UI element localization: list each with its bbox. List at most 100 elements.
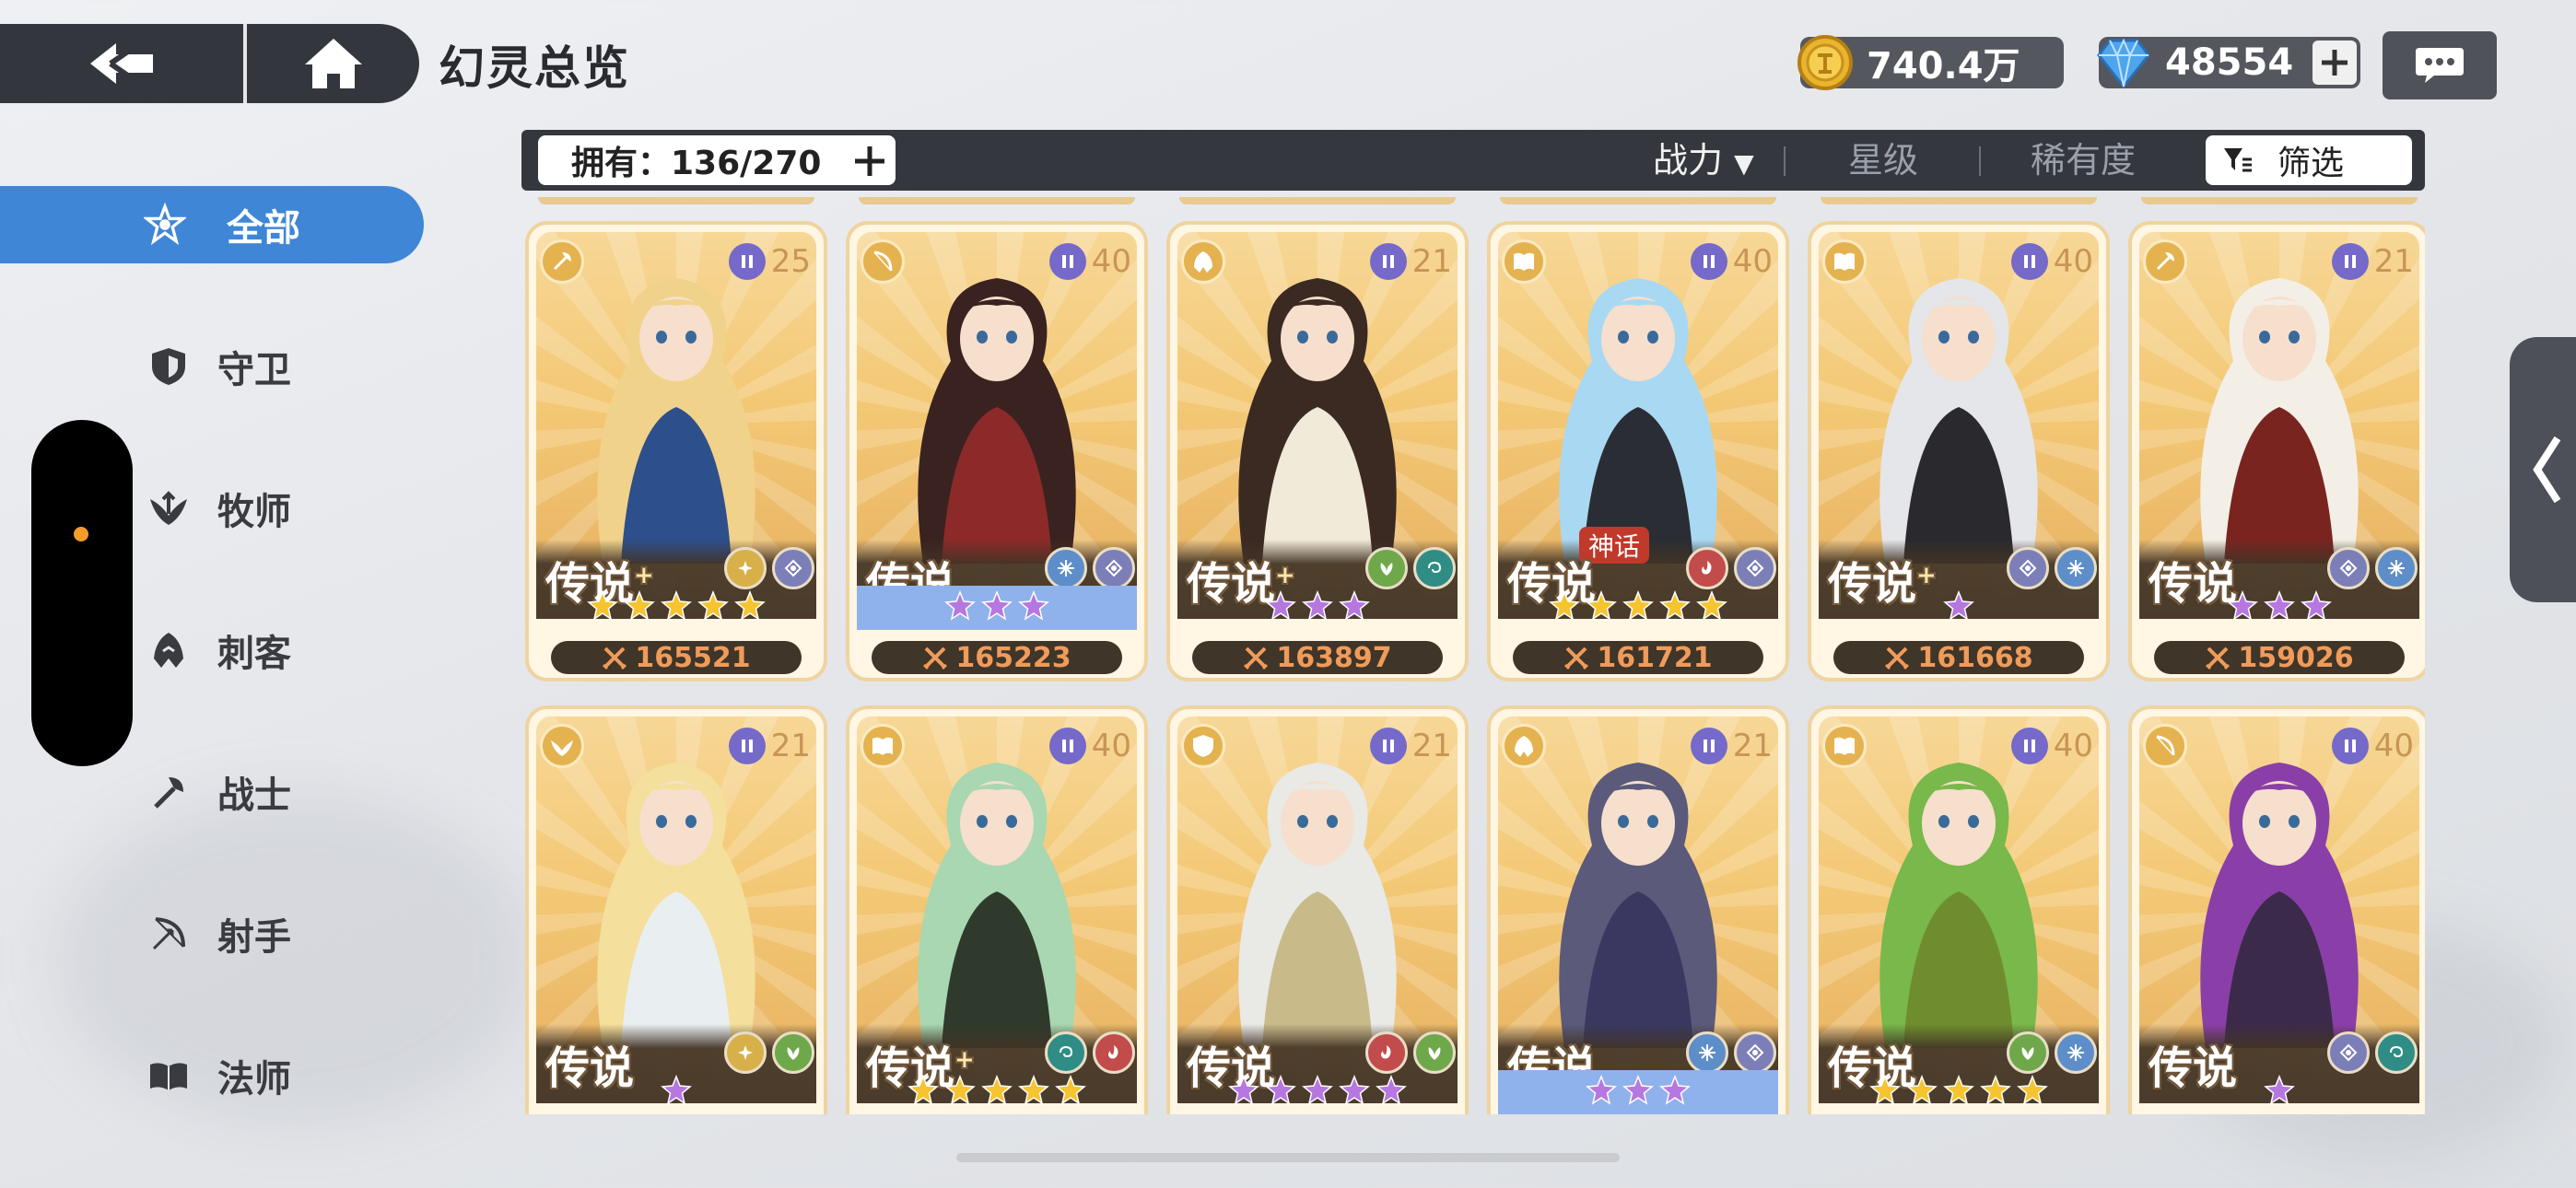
- element-icons: [2007, 547, 2097, 589]
- character-card[interactable]: 21 传说+ 163897: [1166, 221, 1469, 681]
- level-value: 40: [2053, 728, 2093, 764]
- character-card[interactable]: 21 传说: [1166, 705, 1469, 1114]
- star-icon: [2264, 589, 2295, 625]
- character-figure: [1879, 278, 2038, 564]
- level-value: 21: [1411, 728, 1452, 764]
- divider: [1979, 146, 1981, 176]
- star-icon: [1906, 1074, 1938, 1110]
- previous-row-card-edge: [1179, 197, 1456, 204]
- star-icon: [1018, 589, 1049, 625]
- sort-by-rarity[interactable]: 稀有度: [2031, 137, 2136, 183]
- character-card[interactable]: 40 传说+ 161668: [1808, 221, 2110, 681]
- star-icon: [1376, 1074, 1407, 1110]
- expand-capacity-icon[interactable]: [851, 143, 888, 180]
- star-rating: [1177, 586, 1458, 630]
- home-button[interactable]: [247, 24, 419, 103]
- star-rating: [536, 586, 816, 630]
- gold-amount: 740.4万: [1867, 45, 2020, 87]
- star-icon: [1586, 1074, 1617, 1110]
- character-card[interactable]: 40 传说 165223: [846, 221, 1148, 681]
- character-card[interactable]: 40 传说: [2128, 705, 2425, 1114]
- owned-count-box[interactable]: 拥有：136/270: [538, 135, 896, 185]
- level-value: 40: [1732, 243, 1773, 280]
- element-icons: [724, 547, 814, 589]
- star-icon: [1228, 1074, 1259, 1110]
- back-button[interactable]: [0, 24, 247, 103]
- sidebar-item-label: 战士: [217, 775, 291, 817]
- sort-by-power[interactable]: 战力 ▼: [1653, 137, 1754, 187]
- star-rating: [1819, 1070, 2099, 1114]
- home-icon: [304, 39, 362, 88]
- sidebar-item-label: 守卫: [217, 349, 291, 391]
- diamond-icon: [2097, 38, 2150, 89]
- character-card[interactable]: 40 神话 传说 161721: [1487, 221, 1789, 681]
- element-icons: [2007, 1031, 2097, 1074]
- mage-class-icon: [1822, 724, 1867, 768]
- level-indicator: 21: [2331, 243, 2414, 280]
- priest-class-icon: [540, 724, 584, 768]
- star-icon: [2301, 589, 2332, 625]
- add-gems-button[interactable]: [2313, 41, 2357, 85]
- gem-currency[interactable]: 48554: [2097, 37, 2360, 89]
- crossed-swords-icon: [603, 646, 627, 670]
- filter-button[interactable]: 筛选: [2206, 135, 2412, 185]
- star-icon: [981, 589, 1013, 625]
- fire-element-icon: [1093, 1031, 1135, 1074]
- level-indicator: 40: [2010, 243, 2093, 280]
- character-card[interactable]: 21 传说 159026: [2128, 221, 2425, 681]
- chat-button[interactable]: [2383, 31, 2497, 99]
- star-icon: [1696, 589, 1727, 625]
- mage-class-icon: [1822, 239, 1867, 284]
- level-value: 40: [1091, 728, 1131, 764]
- sort-by-star[interactable]: 星级: [1848, 137, 1918, 183]
- level-value: 40: [2373, 728, 2414, 764]
- crossed-swords-icon: [1244, 646, 1269, 670]
- star-icon: [1055, 1074, 1086, 1110]
- character-card[interactable]: 21 传说: [1487, 705, 1789, 1114]
- character-figure: [2200, 278, 2359, 564]
- star-icon: [1549, 589, 1580, 625]
- element-icons: [1365, 547, 1456, 589]
- element-icons: [1686, 547, 1776, 589]
- level-icon: [1690, 728, 1727, 764]
- character-card[interactable]: 40 传说: [1808, 705, 2110, 1114]
- power-badge: 159026: [2154, 641, 2405, 674]
- character-figure: [1238, 278, 1397, 564]
- star-rating: [857, 586, 1137, 630]
- character-card[interactable]: 21 传说: [525, 705, 827, 1114]
- level-value: 21: [2373, 243, 2414, 280]
- level-indicator: 40: [1048, 243, 1131, 280]
- sidebar-item-mage[interactable]: 法师: [0, 1037, 424, 1114]
- character-card[interactable]: 25 传说+ 165521: [525, 221, 827, 681]
- dropdown-arrow-icon: ▼: [1734, 148, 1754, 179]
- character-grid[interactable]: 25 传说+ 165521 40 传说 165223 21 传说+ 163897 40 神话 传说 16…: [521, 197, 2425, 1114]
- star-icon: [661, 1074, 692, 1110]
- star-icon: [624, 589, 655, 625]
- void-element-icon: [1734, 547, 1776, 589]
- side-panel-toggle[interactable]: [2510, 337, 2576, 602]
- gold-coin-icon: [1797, 35, 1853, 90]
- sidebar-item-archer[interactable]: 射手: [0, 895, 424, 973]
- crossed-swords-icon: [923, 646, 948, 670]
- void-element-icon: [2327, 1031, 2370, 1074]
- power-badge: 161721: [1513, 641, 1763, 674]
- star-icon: [1302, 589, 1333, 625]
- star-icon: [1980, 1074, 2011, 1110]
- mage-class-icon: [861, 724, 905, 768]
- power-value: 165223: [955, 641, 1071, 674]
- previous-row-card-edge: [1821, 197, 2097, 204]
- book-icon: [147, 1054, 190, 1097]
- sidebar-item-guard[interactable]: 守卫: [0, 328, 424, 405]
- level-value: 40: [2053, 243, 2093, 280]
- sidebar-item-all[interactable]: 全部: [0, 186, 424, 263]
- star-rating: [1498, 586, 1778, 630]
- level-value: 40: [1091, 243, 1131, 280]
- gold-currency[interactable]: 740.4万: [1797, 35, 2064, 90]
- character-card[interactable]: 40 传说+: [846, 705, 1148, 1114]
- wind-element-icon: [1045, 1031, 1087, 1074]
- power-badge: 161668: [1833, 641, 2084, 674]
- sidebar-item-warrior[interactable]: 战士: [0, 753, 424, 831]
- character-figure: [918, 278, 1076, 564]
- filter-icon: [2224, 148, 2252, 172]
- star-icon: [2227, 589, 2258, 625]
